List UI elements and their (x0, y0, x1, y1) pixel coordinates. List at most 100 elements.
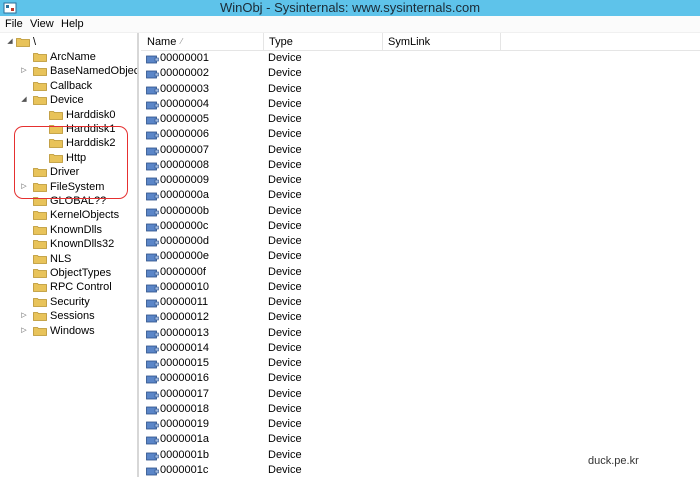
column-divider[interactable] (500, 33, 501, 51)
cell-name: 0000000e (160, 250, 209, 263)
tree-item-label: KernelObjects (50, 209, 120, 222)
device-icon (146, 70, 159, 79)
table-row[interactable]: 00000019 Device (141, 417, 700, 432)
table-row[interactable]: 00000005 Device (141, 112, 700, 127)
tree-item-label: Harddisk0 (66, 108, 116, 121)
folder-icon (33, 67, 47, 77)
tree-item[interactable]: ▷ Sessions (0, 309, 137, 323)
cell-name: 00000015 (160, 357, 209, 369)
table-row[interactable]: 00000011 Device (141, 295, 700, 310)
tree-item[interactable]: Callback (0, 79, 137, 93)
tree-item[interactable]: Harddisk0 (0, 108, 137, 122)
cell-name: 00000016 (160, 372, 209, 385)
cell-name: 0000000f (160, 265, 206, 278)
cell-name: 0000000c (160, 219, 209, 232)
tree-item-label: KnownDlls (50, 223, 102, 236)
tree-item[interactable]: ▷ BaseNamedObjects (0, 64, 139, 78)
menu-view[interactable]: View (28, 16, 56, 33)
tree-item[interactable]: NLS (0, 252, 137, 266)
expander-placeholder (20, 280, 28, 294)
expander-placeholder (20, 50, 28, 64)
table-row[interactable]: 00000010 Device (141, 280, 700, 295)
device-icon (146, 391, 159, 399)
tree-item[interactable]: ▷ Windows (0, 324, 137, 338)
table-row[interactable]: 0000000b Device (141, 204, 700, 219)
expander-placeholder (20, 266, 28, 280)
menu-bar: File View Help (0, 16, 700, 33)
device-icon (146, 421, 159, 430)
tree-item[interactable]: ObjectTypes (0, 266, 137, 280)
expand-icon[interactable]: ▷ (20, 64, 28, 78)
device-icon (146, 314, 159, 323)
cell-type: Device (268, 67, 302, 80)
table-row[interactable]: 00000016 Device (141, 371, 700, 386)
table-row[interactable]: 0000001a Device (141, 432, 700, 447)
expander-placeholder (20, 295, 28, 309)
table-row[interactable]: 00000018 Device (141, 402, 700, 417)
folder-icon (33, 254, 47, 264)
table-row[interactable]: 00000007 Device (141, 143, 700, 158)
device-icon (146, 177, 159, 186)
object-tree[interactable]: ◢ \ ArcName ▷ BaseNamedObjects Callback ◢ Dev… (0, 33, 139, 477)
tree-item[interactable]: ◢ Device (0, 93, 137, 107)
cell-type: Device (268, 280, 302, 293)
cell-type: Device (268, 97, 302, 110)
expander-placeholder (20, 237, 28, 251)
table-row[interactable]: 00000009 Device (141, 173, 700, 188)
cell-name: 00000002 (160, 67, 209, 80)
cell-name: 0000001b (160, 448, 209, 461)
menu-help[interactable]: Help (59, 16, 86, 33)
table-row[interactable]: 00000013 Device (141, 326, 700, 341)
tree-item[interactable]: KnownDlls32 (0, 237, 137, 251)
cell-name: 0000001c (160, 463, 209, 476)
cell-name: 00000010 (160, 280, 209, 293)
table-row[interactable]: 0000000e Device (141, 249, 700, 264)
cell-type: Device (268, 82, 302, 95)
table-row[interactable]: 0000000c Device (141, 219, 700, 234)
expander-placeholder (20, 79, 28, 93)
tree-item[interactable]: Security (0, 295, 137, 309)
tree-item-label: ObjectTypes (50, 267, 112, 279)
table-row[interactable]: 00000003 Device (141, 82, 700, 97)
table-row[interactable]: 00000012 Device (141, 310, 700, 325)
cell-name: 00000017 (160, 387, 209, 400)
device-icon (146, 360, 159, 369)
table-row[interactable]: 00000001 Device (141, 51, 700, 66)
collapse-icon[interactable]: ◢ (6, 35, 14, 49)
table-row[interactable]: 00000017 Device (141, 387, 700, 402)
cell-name: 00000009 (160, 174, 209, 186)
title-bar[interactable]: WinObj - Sysinternals: www.sysinternals.… (0, 0, 700, 16)
table-row[interactable]: 0000000f Device (141, 265, 700, 280)
table-row[interactable]: 00000014 Device (141, 341, 700, 356)
table-row[interactable]: 00000002 Device (141, 66, 700, 81)
expand-icon[interactable]: ▷ (20, 324, 28, 338)
column-header-type[interactable]: Type (263, 33, 382, 51)
highlight-annotation (14, 126, 128, 199)
collapse-icon[interactable]: ◢ (20, 93, 28, 107)
table-row[interactable]: 0000000d Device (141, 234, 700, 249)
table-row[interactable]: 00000015 Device (141, 356, 700, 371)
table-row[interactable]: 0000000a Device (141, 188, 700, 203)
device-icon (146, 253, 159, 262)
tree-item[interactable]: KernelObjects (0, 208, 137, 222)
device-icon (146, 208, 159, 216)
column-header-name[interactable]: Name ⁄ (141, 33, 263, 51)
tree-item-label: Sessions (50, 310, 95, 323)
menu-file[interactable]: File (3, 16, 25, 33)
table-row[interactable]: 00000006 Device (141, 127, 700, 142)
column-header-symlink[interactable]: SymLink (382, 33, 500, 51)
expand-icon[interactable]: ▷ (20, 309, 28, 323)
table-row[interactable]: 00000004 Device (141, 97, 700, 112)
tree-item[interactable]: ArcName (0, 50, 137, 64)
tree-item-root[interactable]: ◢ \ (0, 35, 137, 49)
device-icon (146, 375, 159, 384)
tree-item-label: BaseNamedObjects (50, 65, 139, 78)
tree-item[interactable]: RPC Control (0, 280, 137, 294)
object-list[interactable]: Name ⁄ Type SymLink 00000001 Device 000000… (141, 33, 700, 477)
tree-item[interactable]: KnownDlls (0, 223, 137, 237)
folder-icon (33, 81, 47, 91)
table-row[interactable]: 00000008 Device (141, 158, 700, 173)
cell-type: Device (268, 341, 302, 354)
folder-icon (33, 326, 47, 336)
cell-type: Device (268, 113, 302, 125)
